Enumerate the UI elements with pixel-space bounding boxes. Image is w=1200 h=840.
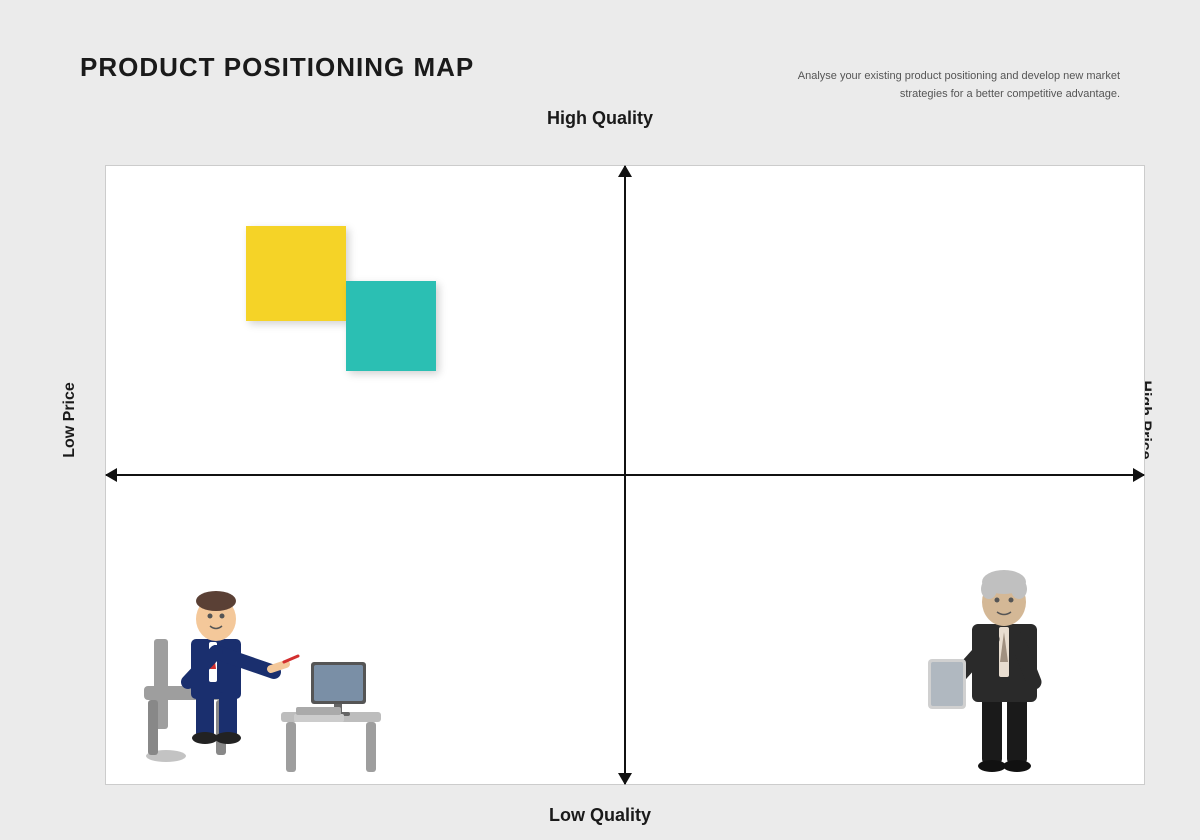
chart-area xyxy=(105,165,1145,785)
subtitle: Analyse your existing product positionin… xyxy=(798,68,1120,103)
sticky-note-teal[interactable] xyxy=(346,281,436,371)
axis-label-low-quality: Low Quality xyxy=(549,805,651,826)
person-standing-illustration xyxy=(914,494,1094,784)
sticky-note-yellow[interactable] xyxy=(246,226,346,321)
person-sitting-illustration xyxy=(126,494,386,784)
page-title: PRODUCT POSITIONING MAP xyxy=(80,52,474,83)
axis-label-low-price: Low Price xyxy=(61,382,79,458)
axis-label-high-quality: High Quality xyxy=(547,108,653,129)
horizontal-axis xyxy=(106,474,1144,476)
